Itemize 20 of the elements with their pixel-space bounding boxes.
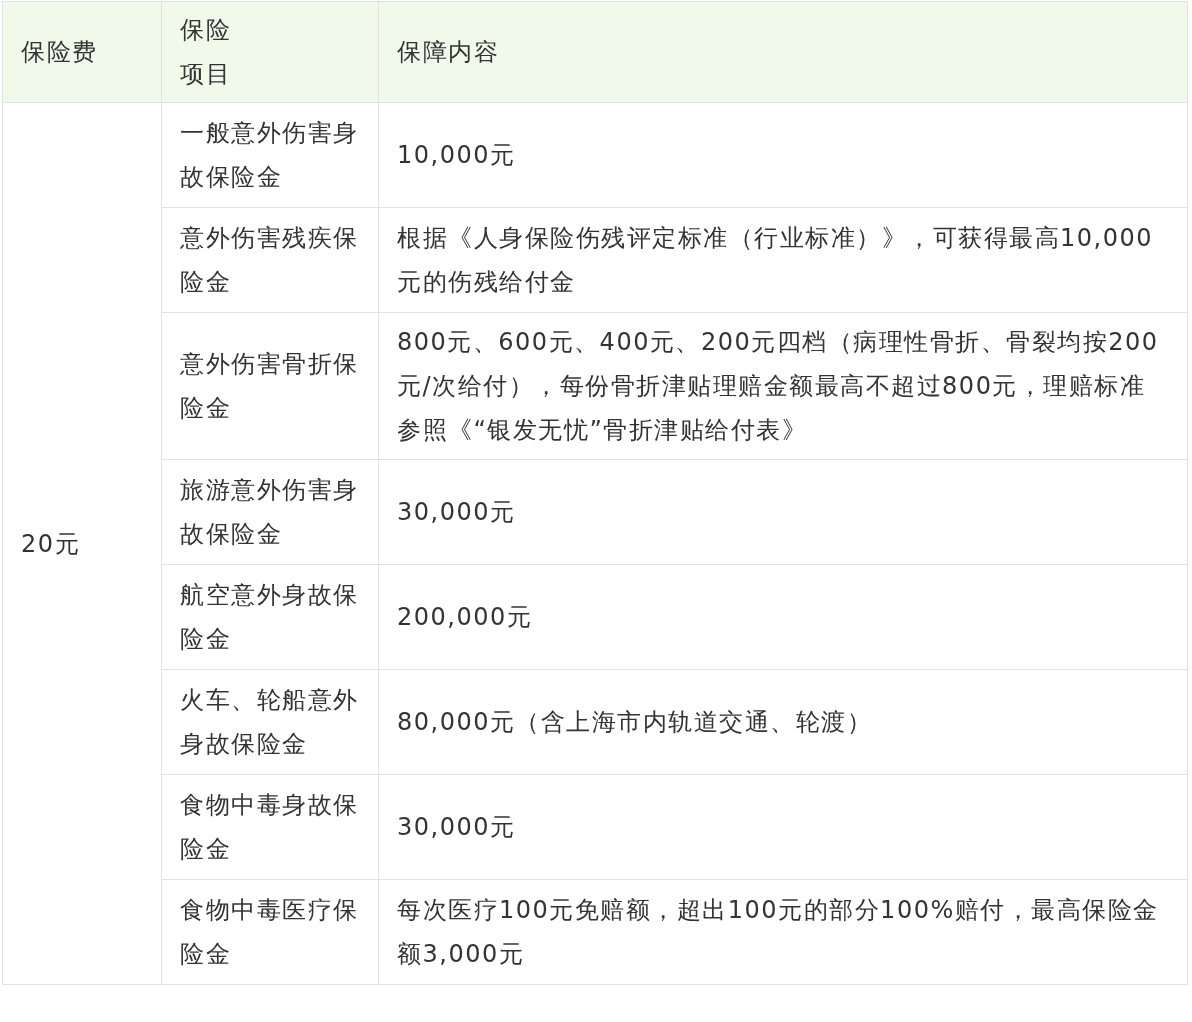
table-cell: 食物中毒医疗保险金 [161,879,379,985]
table-cell: 200,000元 [378,564,1188,670]
table-cell: 意外伤害骨折保险金 [161,312,379,460]
table-cell: 80,000元（含上海市内轨道交通、轮渡） [378,669,1188,775]
table-cell: 航空意外身故保险金 [161,564,379,670]
table-cell: 意外伤害残疾保险金 [161,207,379,313]
table-cell: 30,000元 [378,459,1188,565]
table-cell: 每次医疗100元免赔额，超出100元的部分100%赔付，最高保险金额3,000元 [378,879,1188,985]
table-cell: 10,000元 [378,102,1188,208]
table-cell: 根据《人身保险伤残评定标准（行业标准）》，可获得最高10,000元的伤残给付金 [378,207,1188,313]
table-cell: 旅游意外伤害身故保险金 [161,459,379,565]
table-cell: 800元、600元、400元、200元四档（病理性骨折、骨裂均按200元/次给付），每份骨折津贴理赔金额最高不超过800元，理赔标准参照《“银发无忧”骨折津贴给付表》 [378,312,1188,460]
header-cell: 保险 项目 [161,1,379,103]
table-cell: 30,000元 [378,774,1188,880]
table-cell: 食物中毒身故保险金 [161,774,379,880]
header-cell: 保险费 [2,1,162,103]
table-cell: 一般意外伤害身故保险金 [161,102,379,208]
table-cell: 火车、轮船意外身故保险金 [161,669,379,775]
table-cell: 20元 [2,102,162,985]
header-cell: 保障内容 [378,1,1188,103]
